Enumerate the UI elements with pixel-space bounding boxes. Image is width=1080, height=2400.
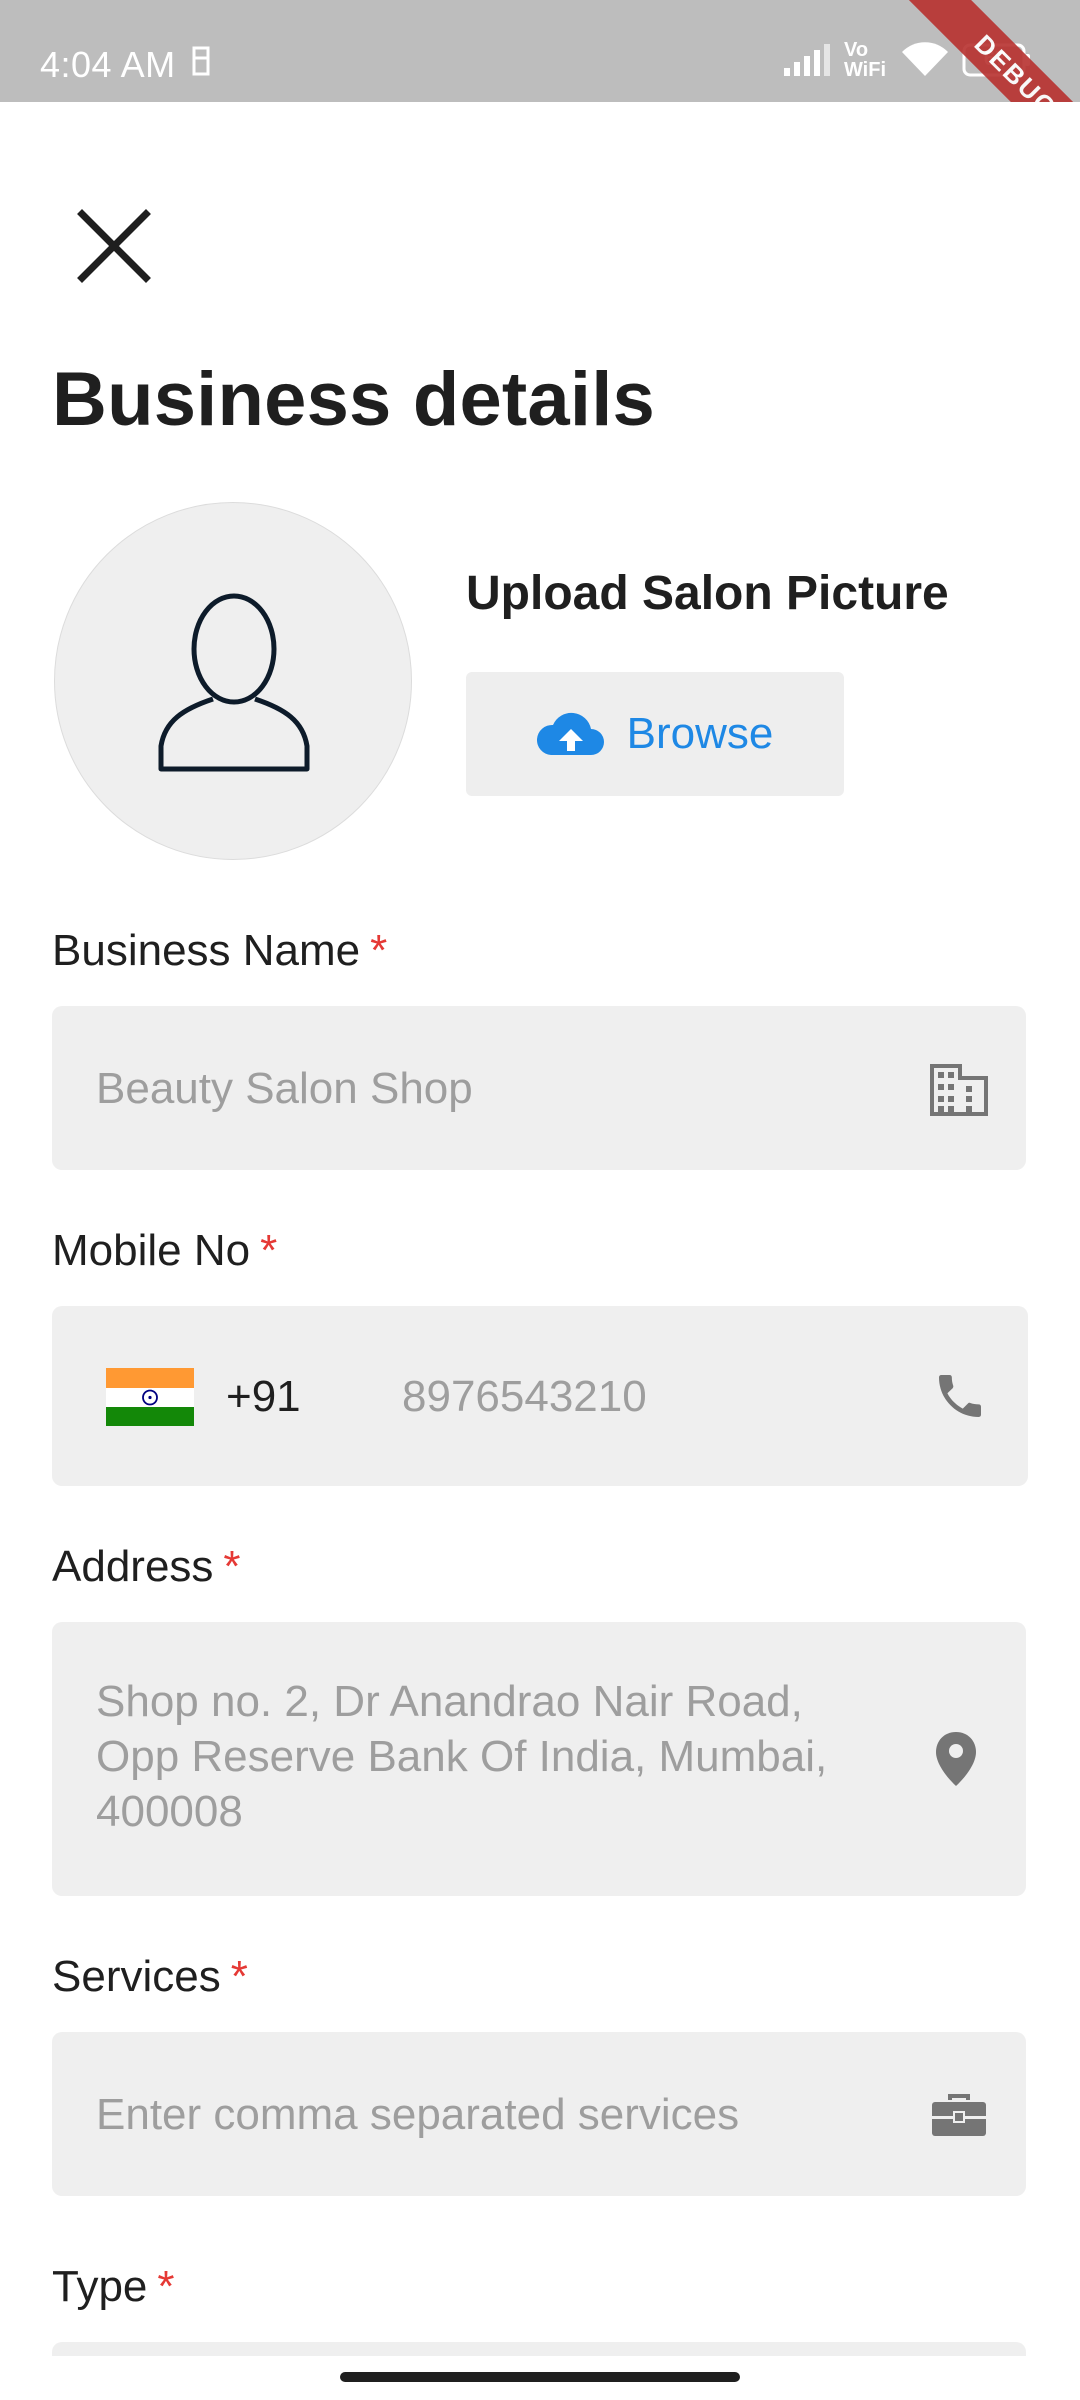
business-name-placeholder: Beauty Salon Shop [96, 1064, 473, 1113]
services-field[interactable]: Enter comma separated services [52, 2032, 1026, 2196]
services-label: Services * [52, 1952, 248, 2002]
required-marker: * [370, 926, 388, 975]
mobile-label-text: Mobile No [52, 1226, 251, 1275]
required-marker: * [223, 1542, 241, 1591]
phone-icon [939, 1375, 981, 1417]
vowifi-bottom: WiFi [843, 59, 886, 81]
upload-salon-picture-label: Upload Salon Picture [466, 567, 949, 620]
cloud-upload-icon [536, 712, 604, 755]
country-code[interactable]: +91 [226, 1372, 301, 1422]
mobile-placeholder: 8976543210 [402, 1372, 647, 1421]
browse-button[interactable]: Browse [466, 672, 844, 796]
close-button[interactable] [74, 206, 154, 286]
business-name-field[interactable]: Beauty Salon Shop [52, 1006, 1026, 1170]
required-marker: * [260, 1226, 278, 1275]
required-marker: * [230, 1952, 248, 2001]
address-label-text: Address [52, 1542, 214, 1591]
sim-icon [192, 46, 210, 76]
wifi-icon [902, 42, 948, 76]
services-label-text: Services [52, 1952, 221, 2001]
type-field[interactable] [52, 2342, 1026, 2356]
mobile-label: Mobile No * [52, 1226, 277, 1276]
mobile-field[interactable]: +91 8976543210 [52, 1306, 1028, 1486]
vowifi-indicator: Vo WiFi [844, 40, 886, 80]
close-icon [77, 209, 151, 283]
signal-icon [783, 44, 830, 76]
vowifi-top: Vo [843, 39, 869, 61]
status-time: 4:04 AM [40, 44, 176, 85]
business-name-label: Business Name * [52, 926, 387, 976]
india-flag-icon[interactable] [106, 1368, 194, 1426]
building-icon [930, 1064, 988, 1116]
services-placeholder: Enter comma separated services [96, 2090, 740, 2139]
home-indicator[interactable] [340, 2372, 740, 2382]
type-label: Type * [52, 2262, 175, 2312]
address-placeholder: Shop no. 2, Dr Anandrao Nair Road, Opp R… [96, 1677, 828, 1836]
business-name-label-text: Business Name [52, 926, 361, 975]
location-pin-icon [936, 1732, 976, 1786]
person-outline-icon [158, 593, 310, 772]
address-field[interactable]: Shop no. 2, Dr Anandrao Nair Road, Opp R… [52, 1622, 1026, 1896]
required-marker: * [157, 2262, 175, 2311]
type-label-text: Type [52, 2262, 148, 2311]
browse-label: Browse [626, 709, 774, 758]
briefcase-icon [932, 2094, 986, 2136]
status-bar: 4:04 AM Vo WiFi 67 DEBUG [0, 0, 1080, 102]
page-title: Business details [52, 357, 655, 442]
salon-picture-avatar[interactable] [54, 502, 412, 860]
address-label: Address * [52, 1542, 241, 1592]
